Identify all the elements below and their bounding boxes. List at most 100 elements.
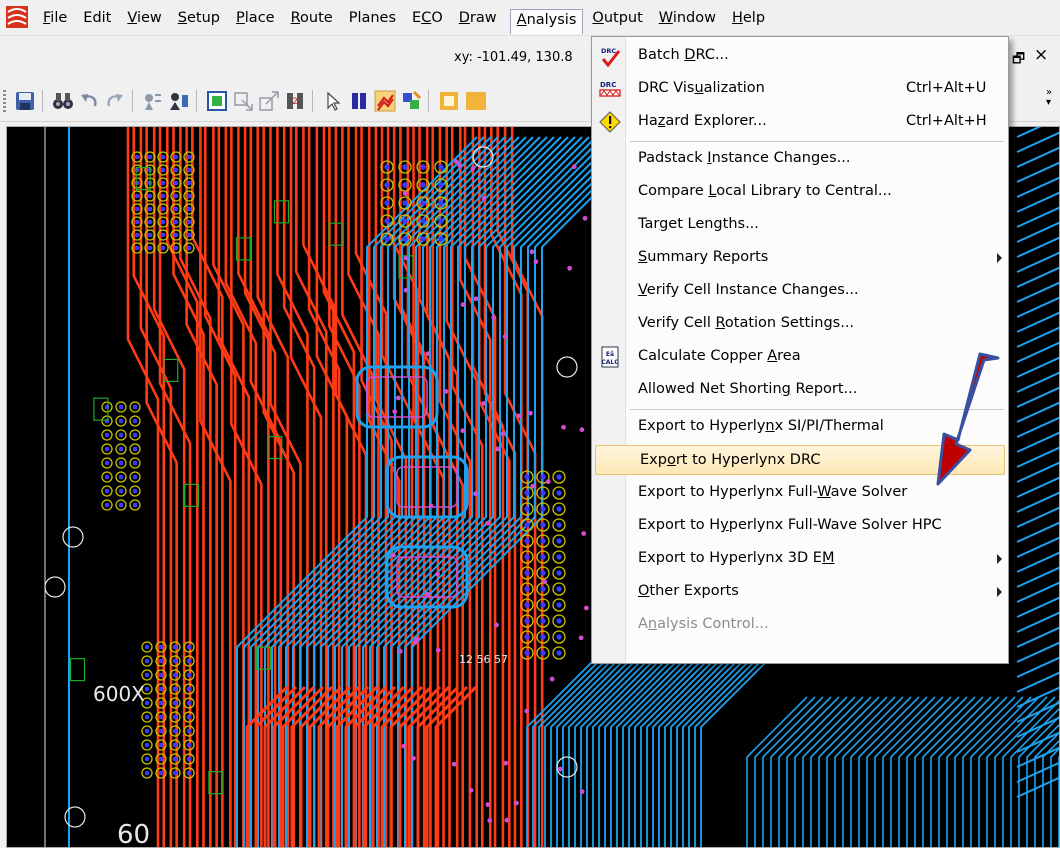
menu-label-part: O — [431, 10, 443, 26]
menu-item-label-part: y — [720, 517, 729, 533]
move-part-icon[interactable] — [232, 90, 254, 112]
menu-item-verify-cell-instance-changes[interactable]: Verify Cell Instance Changes... — [594, 276, 1006, 306]
menu-separator — [630, 141, 1004, 142]
menu-item-padstack-instance-changes[interactable]: Padstack Instance Changes... — [594, 144, 1006, 174]
silkscreen-label: 12 56 57 — [459, 653, 508, 666]
menu-item-label: Verify Cell Rotation Settings... — [638, 315, 854, 331]
bga-pad — [147, 193, 153, 199]
component-explorer-icon[interactable] — [168, 90, 190, 112]
net-explorer-icon[interactable] — [142, 90, 164, 112]
connector-pad — [144, 686, 150, 692]
close-icon[interactable]: × — [1034, 45, 1048, 65]
menu-item-label-part: Calculate Copper — [638, 348, 768, 364]
connector-pad — [158, 742, 164, 748]
via — [470, 166, 476, 172]
via-pad — [438, 200, 444, 206]
menu-item-compare-local-library[interactable]: Compare Local Library to Central... — [594, 177, 1006, 207]
app-logo-icon[interactable] — [6, 6, 28, 28]
via-pad — [524, 474, 530, 480]
menu-item-hazard-explorer[interactable]: Hazard Explorer... Ctrl+Alt+H — [594, 107, 1006, 137]
menu-item-shortcut: Ctrl+Alt+U — [906, 80, 987, 96]
via-pad — [384, 164, 390, 170]
via-pad — [540, 554, 546, 560]
connector-pad — [158, 658, 164, 664]
menu-setup[interactable]: Setup — [171, 7, 227, 29]
menu-output[interactable]: Output — [585, 7, 649, 29]
menu-item-export-hyperlynx-3d-em[interactable]: Export to Hyperlynx 3D EM — [594, 544, 1006, 574]
via — [502, 334, 508, 340]
menu-item-label: Hazard Explorer... — [638, 113, 767, 129]
menu-item-verify-cell-rotation-settings[interactable]: Verify Cell Rotation Settings... — [594, 309, 1006, 339]
connector-pad — [144, 714, 150, 720]
save-icon[interactable] — [14, 90, 36, 112]
via — [500, 431, 506, 437]
connector-pad — [158, 686, 164, 692]
menu-item-label-part: u — [694, 80, 704, 96]
via — [516, 413, 522, 419]
menu-item-target-lengths[interactable]: Target Lengths... — [594, 210, 1006, 240]
toolbar-grip[interactable] — [3, 90, 6, 112]
via — [530, 483, 536, 489]
toolbar-overflow-icon[interactable]: » ▾ — [1046, 88, 1052, 108]
connector-pad — [144, 770, 150, 776]
menu-file[interactable]: File — [36, 7, 74, 29]
bga-pad — [173, 180, 179, 186]
via — [582, 215, 588, 221]
menu-route[interactable]: Route — [284, 7, 340, 29]
menu-planes[interactable]: Planes — [342, 7, 403, 29]
menu-item-label-part: S — [638, 249, 648, 265]
bga-pad — [147, 245, 153, 251]
menu-eco[interactable]: ECO — [405, 7, 450, 29]
menu-edit[interactable]: Edit — [76, 7, 118, 29]
properties-icon[interactable] — [438, 90, 460, 112]
place-part-icon[interactable] — [206, 90, 228, 112]
via-pad — [524, 522, 530, 528]
menu-item-export-hyperlynx-full-wave-solver-hpc[interactable]: Export to Hyperlynx Full-Wave Solver HPC — [594, 511, 1006, 541]
via-pad — [540, 634, 546, 640]
menu-place[interactable]: Place — [229, 7, 282, 29]
menu-item-label: Export to Hyperlynx Full-Wave Solver — [638, 484, 907, 500]
via-pad — [524, 570, 530, 576]
menu-item-label-part: rt to Hyperlynx DRC — [675, 452, 821, 468]
display-control-icon[interactable] — [464, 90, 486, 112]
swap-pins-icon[interactable]: 2 — [284, 90, 306, 112]
via — [491, 315, 497, 320]
tuning-icon[interactable] — [400, 90, 422, 112]
menu-item-label: Batch DRC... — [638, 47, 729, 63]
menu-analysis[interactable]: Analysis — [509, 8, 584, 34]
menu-item-label: Export to Hyperlynx SI/PI/Thermal — [638, 418, 884, 434]
menu-view[interactable]: View — [120, 7, 168, 29]
plow-traces-icon[interactable] — [374, 90, 396, 112]
layer-color-icon[interactable] — [348, 90, 370, 112]
menu-item-batch-drc[interactable]: DRC Batch DRC... — [594, 41, 1006, 71]
restore-window-icon[interactable]: 🗗 — [1012, 48, 1025, 72]
connector-pad — [186, 700, 192, 706]
menu-window[interactable]: Window — [652, 7, 723, 29]
via — [460, 428, 466, 434]
via — [578, 635, 584, 641]
coordinate-readout: xy: -101.49, 130.8 — [454, 50, 573, 65]
bga-pad — [186, 167, 192, 173]
connector-pad — [144, 658, 150, 664]
select-pointer-icon[interactable] — [322, 90, 344, 112]
connector-pad — [158, 700, 164, 706]
connector-pad — [172, 672, 178, 678]
menu-help[interactable]: Help — [725, 7, 772, 29]
menu-label-part: A — [516, 11, 527, 28]
toolbar-separator — [428, 90, 429, 112]
menu-label-part: W — [658, 10, 673, 26]
binoculars-icon[interactable] — [52, 90, 74, 112]
menu-item-summary-reports[interactable]: Summary Reports — [594, 243, 1006, 273]
via — [468, 787, 474, 793]
undo-icon[interactable] — [78, 90, 100, 112]
menu-item-drc-visualization[interactable]: DRC DRC Visualization Ctrl+Alt+U — [594, 74, 1006, 104]
menu-label-part: lace — [244, 10, 275, 26]
menu-label-part: iew — [136, 10, 162, 26]
connector-pad — [132, 446, 138, 452]
via-pad — [438, 182, 444, 188]
menu-item-other-exports[interactable]: Other Exports — [594, 577, 1006, 607]
connector-pad — [172, 742, 178, 748]
redo-icon[interactable] — [104, 90, 126, 112]
menu-draw[interactable]: Draw — [452, 7, 504, 29]
route-icon[interactable] — [258, 90, 280, 112]
